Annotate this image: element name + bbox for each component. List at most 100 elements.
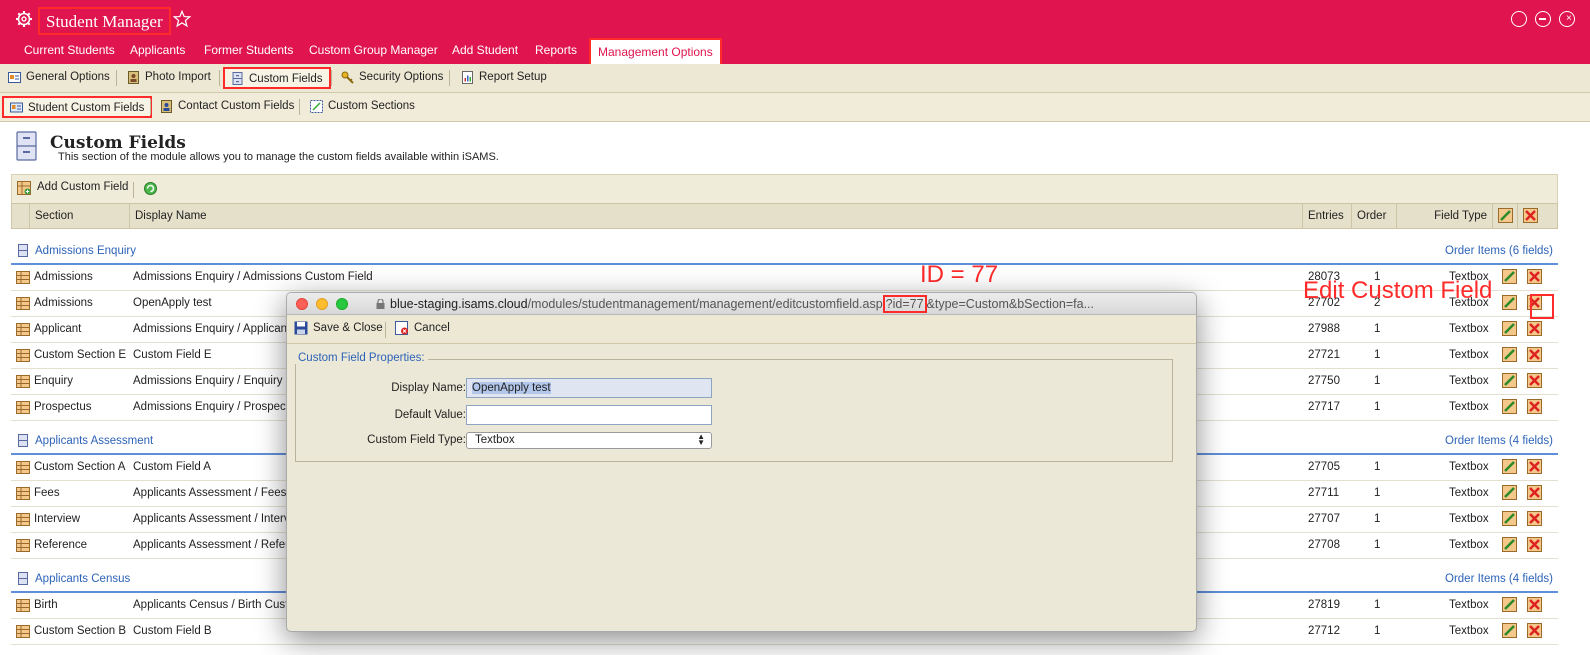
edit-icon[interactable]	[1502, 269, 1517, 284]
edit-icon[interactable]	[1502, 347, 1517, 362]
grid-icon	[16, 349, 30, 362]
photo-import-button[interactable]: Photo Import	[127, 67, 211, 89]
edit-icon[interactable]	[1502, 373, 1517, 388]
column-entries[interactable]: Entries	[1302, 204, 1352, 228]
delete-icon[interactable]	[1527, 347, 1542, 362]
edit-icon[interactable]	[1502, 485, 1517, 500]
delete-icon[interactable]	[1527, 597, 1542, 612]
student-custom-fields-button[interactable]: Student Custom Fields	[2, 96, 153, 118]
custom-sections-button[interactable]: Custom Sections	[310, 96, 415, 118]
delete-icon[interactable]	[1527, 511, 1542, 526]
section-name[interactable]: Applicants Assessment	[35, 435, 153, 447]
display-name-value: OpenApply test	[472, 382, 551, 394]
grid-icon	[16, 599, 30, 612]
column-field-type[interactable]: Field Type	[1396, 204, 1492, 228]
toolbar-divider	[133, 182, 134, 198]
properties-legend: Custom Field Properties:	[295, 352, 428, 364]
contact-custom-fields-label: Contact Custom Fields	[178, 100, 295, 112]
save-close-button[interactable]: Save & Close	[294, 321, 383, 335]
cell-section: Admissions	[34, 271, 93, 283]
toolbar-divider	[219, 70, 220, 86]
refresh-window-icon[interactable]	[1511, 11, 1527, 27]
nav-applicants[interactable]: Applicants	[130, 38, 185, 64]
cell-order: 1	[1374, 487, 1381, 499]
cancel-label: Cancel	[414, 322, 450, 334]
cabinet-icon	[18, 572, 28, 585]
close-dot-icon[interactable]	[296, 298, 308, 310]
nav-former-students[interactable]: Former Students	[204, 38, 293, 64]
nav-custom-group-manager[interactable]: Custom Group Manager	[309, 38, 438, 64]
close-window-icon[interactable]: ×	[1559, 11, 1575, 27]
edit-icon[interactable]	[1502, 399, 1517, 414]
delete-icon[interactable]	[1527, 321, 1542, 336]
photo-import-label: Photo Import	[145, 71, 211, 83]
security-options-label: Security Options	[359, 71, 444, 83]
edit-icon[interactable]	[1502, 295, 1517, 310]
section-name[interactable]: Applicants Census	[35, 573, 130, 585]
delete-icon[interactable]	[1527, 269, 1542, 284]
star-icon[interactable]	[173, 10, 191, 28]
order-items-link[interactable]: Order Items (6 fields)	[1445, 245, 1553, 257]
grid-icon	[16, 297, 30, 310]
edit-icon[interactable]	[1502, 597, 1517, 612]
delete-icon[interactable]	[1527, 485, 1542, 500]
save-close-label: Save & Close	[313, 322, 383, 334]
lock-icon	[376, 299, 385, 309]
delete-icon[interactable]	[1527, 399, 1542, 414]
toolbar-divider	[331, 70, 332, 86]
dialog-toolbar: Save & Close Cancel	[287, 316, 1196, 344]
nav-management-options[interactable]: Management Options	[589, 38, 722, 65]
field-type-select[interactable]: Textbox ▲ ▼	[466, 432, 712, 449]
cancel-button[interactable]: Cancel	[395, 321, 450, 335]
zoom-dot-icon[interactable]	[336, 298, 348, 310]
add-custom-field-button[interactable]: Add Custom Field	[17, 181, 128, 195]
cell-order: 1	[1374, 323, 1381, 335]
cell-order: 1	[1374, 375, 1381, 387]
nav-current-students[interactable]: Current Students	[24, 38, 115, 64]
grid-icon	[16, 513, 30, 526]
column-section[interactable]: Section	[29, 204, 130, 228]
add-grid-icon	[17, 181, 31, 195]
cell-entries: 27708	[1308, 539, 1340, 551]
column-delete	[1517, 204, 1542, 228]
filing-cabinet-icon	[16, 131, 37, 161]
recycle-icon[interactable]	[143, 181, 158, 196]
grid-icon	[16, 271, 30, 284]
report-setup-button[interactable]: Report Setup	[461, 67, 547, 89]
delete-icon[interactable]	[1527, 373, 1542, 388]
edit-icon[interactable]	[1502, 511, 1517, 526]
delete-icon[interactable]	[1527, 459, 1542, 474]
cabinet-icon	[232, 72, 243, 85]
delete-header-icon	[1523, 208, 1538, 223]
cell-field-type: Textbox	[1449, 513, 1489, 525]
edit-icon[interactable]	[1502, 623, 1517, 638]
main-nav: Current Students Applicants Former Stude…	[0, 38, 1590, 65]
default-value-input[interactable]	[466, 405, 712, 425]
edit-icon[interactable]	[1502, 459, 1517, 474]
delete-icon[interactable]	[1527, 537, 1542, 552]
order-items-link[interactable]: Order Items (4 fields)	[1445, 435, 1553, 447]
section-name[interactable]: Admissions Enquiry	[35, 245, 136, 257]
dialog-url: blue-staging.isams.cloud/modules/student…	[390, 295, 1094, 313]
edit-icon[interactable]	[1502, 321, 1517, 336]
minimize-dot-icon[interactable]	[316, 298, 328, 310]
general-options-button[interactable]: General Options	[8, 67, 110, 89]
column-display-name[interactable]: Display Name	[129, 204, 1304, 228]
minimize-window-icon[interactable]	[1535, 11, 1551, 27]
cell-entries: 27705	[1308, 461, 1340, 473]
order-items-link[interactable]: Order Items (4 fields)	[1445, 573, 1553, 585]
cancel-icon	[395, 321, 408, 335]
custom-fields-button[interactable]: Custom Fields	[223, 67, 331, 89]
cell-order: 1	[1374, 349, 1381, 361]
security-options-button[interactable]: Security Options	[341, 67, 443, 89]
nav-add-student[interactable]: Add Student	[452, 38, 518, 64]
contact-custom-fields-button[interactable]: Contact Custom Fields	[160, 96, 294, 118]
grid-icon	[16, 461, 30, 474]
delete-icon[interactable]	[1527, 623, 1542, 638]
nav-reports[interactable]: Reports	[535, 38, 577, 64]
cell-order: 1	[1374, 539, 1381, 551]
gear-icon[interactable]	[15, 10, 33, 28]
edit-icon[interactable]	[1502, 537, 1517, 552]
display-name-input[interactable]: OpenApply test	[466, 378, 712, 398]
column-order[interactable]: Order	[1351, 204, 1396, 228]
